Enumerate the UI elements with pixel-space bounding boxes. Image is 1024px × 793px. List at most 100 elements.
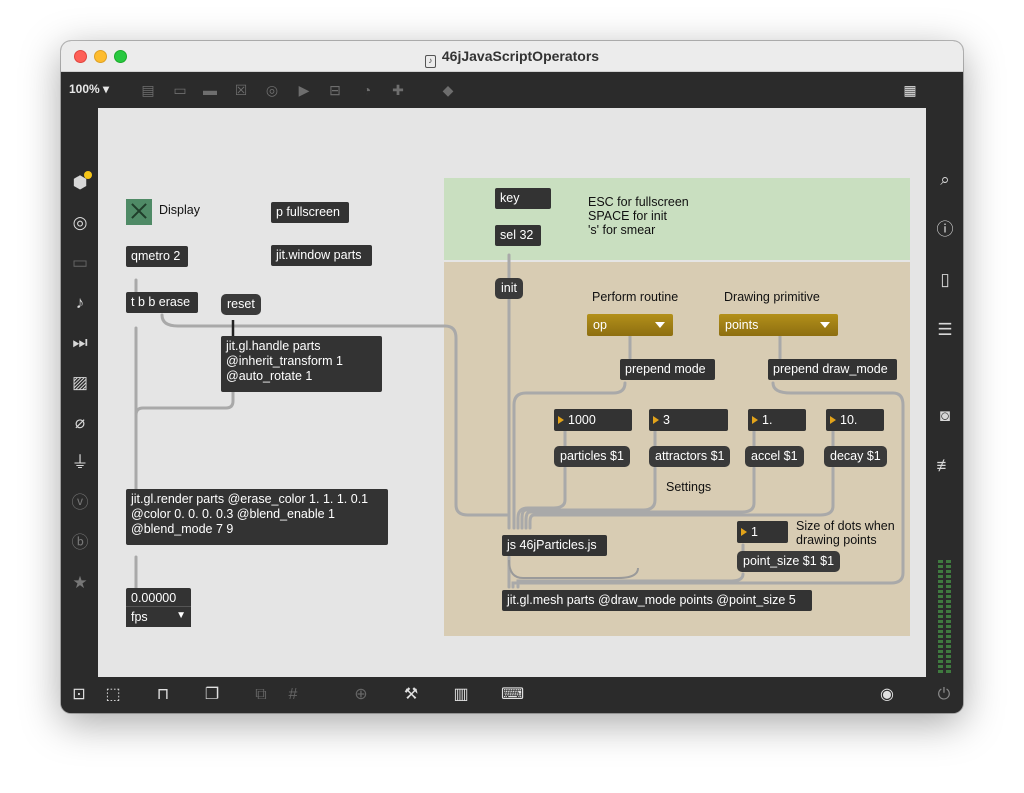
mixer-icon[interactable]: ≢: [935, 456, 955, 476]
jit-window-object[interactable]: jit.window parts: [271, 245, 372, 266]
patcher-canvas[interactable]: Display qmetro 2 t b b erase reset jit.g…: [98, 108, 926, 677]
presentation-grid-icon[interactable]: ▤: [139, 81, 157, 99]
dial-object-icon[interactable]: ◔: [358, 81, 376, 99]
button-object-icon[interactable]: ☒: [232, 81, 250, 99]
target-icon[interactable]: ◎: [70, 213, 90, 233]
select-icon[interactable]: ⬚: [103, 685, 123, 705]
paint-bucket-icon[interactable]: ◆: [439, 81, 457, 99]
book-icon[interactable]: ▯: [935, 270, 955, 290]
music-note-icon[interactable]: ♪: [70, 293, 90, 313]
plug-icon[interactable]: ⏚: [70, 453, 90, 473]
esc-instructions: ESC for fullscreen SPACE for init 's' fo…: [588, 195, 689, 237]
point-size-message[interactable]: point_size $1 $1: [737, 551, 841, 572]
decay-number[interactable]: 10.: [826, 409, 884, 431]
status-dot: [84, 171, 92, 179]
key-object[interactable]: key: [495, 188, 551, 209]
package-icon[interactable]: ⬢: [70, 171, 92, 193]
qmetro-object[interactable]: qmetro 2: [126, 246, 188, 267]
init-message[interactable]: init: [495, 278, 523, 299]
mode-menu[interactable]: op: [587, 314, 673, 336]
esc-line-3: 's' for smear: [588, 223, 656, 237]
chevron-down-icon: [655, 322, 665, 328]
prepend-mode-object[interactable]: prepend mode: [620, 359, 715, 380]
fps-menu[interactable]: fps ▼: [126, 606, 191, 627]
add-link-icon[interactable]: ⊕: [351, 685, 371, 705]
level-meter-left: [938, 558, 943, 673]
drawing-primitive-label: Drawing primitive: [724, 290, 820, 304]
wrench-icon[interactable]: ⚒: [401, 685, 421, 705]
b-icon[interactable]: ⓑ: [70, 533, 90, 553]
unlink-icon[interactable]: ⧉: [251, 685, 271, 705]
perform-routine-label: Perform routine: [592, 290, 679, 304]
keyboard-icon[interactable]: ⌨: [501, 685, 524, 705]
piano-keys-icon[interactable]: ▥: [451, 685, 471, 705]
comment-icon[interactable]: ▬: [201, 81, 219, 99]
power-icon[interactable]: ⏻: [934, 685, 954, 705]
size-line-2: drawing points: [796, 533, 877, 547]
mode-menu-value: op: [593, 318, 607, 332]
grid-view-icon[interactable]: ▦: [901, 81, 919, 99]
draw-mode-menu-value: points: [725, 318, 759, 332]
size-of-dots-label: Size of dots when drawing points: [796, 519, 895, 547]
esc-line-2: SPACE for init: [588, 209, 667, 223]
decay-message[interactable]: decay $1: [824, 446, 887, 467]
slider-object-icon[interactable]: ⊟: [326, 81, 344, 99]
point-size-number[interactable]: 1: [737, 521, 788, 543]
display-toggle[interactable]: [126, 199, 152, 225]
bottom-toolbar: ⊡ ⬚ ⊓ ❐ ⧉ # ⊕ ⚒ ▥ ⌨ ◉ ⏻: [61, 677, 963, 713]
star-icon[interactable]: ★: [70, 573, 90, 593]
jit-gl-handle-object[interactable]: jit.gl.handle parts @inherit_transform 1…: [221, 336, 382, 392]
cord: [524, 466, 756, 530]
reset-message[interactable]: reset: [221, 294, 261, 315]
paperclip-icon[interactable]: ⌀: [70, 413, 90, 433]
audio-icon[interactable]: ◉: [877, 685, 897, 705]
chevron-down-icon: ▼: [176, 610, 186, 621]
camera-icon[interactable]: ◙: [935, 406, 955, 426]
cord: [134, 389, 235, 417]
size-line-1: Size of dots when: [796, 519, 895, 533]
document-icon: ♪: [424, 55, 436, 68]
jit-gl-render-object[interactable]: jit.gl.render parts @erase_color 1. 1. 1…: [126, 489, 388, 545]
attractors-number[interactable]: 3: [649, 409, 728, 431]
search-icon[interactable]: ⌕: [935, 170, 955, 190]
cord: [520, 466, 657, 530]
accel-number[interactable]: 1.: [748, 409, 806, 431]
render-line-1: jit.gl.render parts @erase_color 1. 1. 1…: [131, 492, 369, 506]
settings-label: Settings: [666, 480, 712, 494]
grid-icon[interactable]: #: [283, 685, 303, 705]
jit-gl-mesh-object[interactable]: jit.gl.mesh parts @draw_mode points @poi…: [502, 590, 812, 611]
media-icon[interactable]: ⏭: [70, 333, 90, 353]
particles-number[interactable]: 1000: [554, 409, 632, 431]
info-icon[interactable]: ⓘ: [935, 220, 955, 240]
left-sidebar: ⬢ ◎ ▭ ♪ ⏭ ▨ ⌀ ⏚ ⓥ ⓑ ★: [61, 108, 98, 677]
add-object-icon[interactable]: ✚: [389, 81, 407, 99]
windows-icon[interactable]: ❐: [202, 685, 222, 705]
accel-message[interactable]: accel $1: [745, 446, 804, 467]
v-icon[interactable]: ⓥ: [70, 493, 90, 513]
title-bar: ♪ 46jJavaScriptOperators: [61, 41, 963, 72]
zoom-menu[interactable]: 100% ▾: [69, 82, 109, 96]
device-icon[interactable]: ▭: [70, 253, 90, 273]
particles-message[interactable]: particles $1: [554, 446, 630, 467]
trigger-object[interactable]: t b b erase: [126, 292, 198, 313]
draw-mode-menu[interactable]: points: [719, 314, 838, 336]
cord: [508, 559, 639, 579]
right-sidebar: ⌕ ⓘ ▯ ☰ ◙ ≢: [926, 108, 963, 677]
image-icon[interactable]: ▨: [70, 373, 90, 393]
js-particles-object[interactable]: js 46jParticles.js: [502, 535, 607, 556]
message-box-icon[interactable]: ▭: [171, 81, 189, 99]
list-icon[interactable]: ☰: [935, 320, 955, 340]
prepend-draw-mode-object[interactable]: prepend draw_mode: [768, 359, 897, 380]
handle-line-2: @inherit_transform 1: [226, 354, 343, 368]
lock-icon[interactable]: ⊡: [69, 685, 89, 705]
render-line-3: @blend_mode 7 9: [131, 522, 234, 536]
attractors-message[interactable]: attractors $1: [649, 446, 731, 467]
handle-line-1: jit.gl.handle parts: [226, 339, 321, 353]
presentation-icon[interactable]: ⊓: [153, 685, 173, 705]
chevron-down-icon: [820, 322, 830, 328]
window-title: ♪ 46jJavaScriptOperators: [61, 41, 963, 72]
toggle-object-icon[interactable]: ◎: [263, 81, 281, 99]
play-object-icon[interactable]: ▶: [295, 81, 313, 99]
sel-object[interactable]: sel 32: [495, 225, 541, 246]
p-fullscreen-object[interactable]: p fullscreen: [271, 202, 349, 223]
